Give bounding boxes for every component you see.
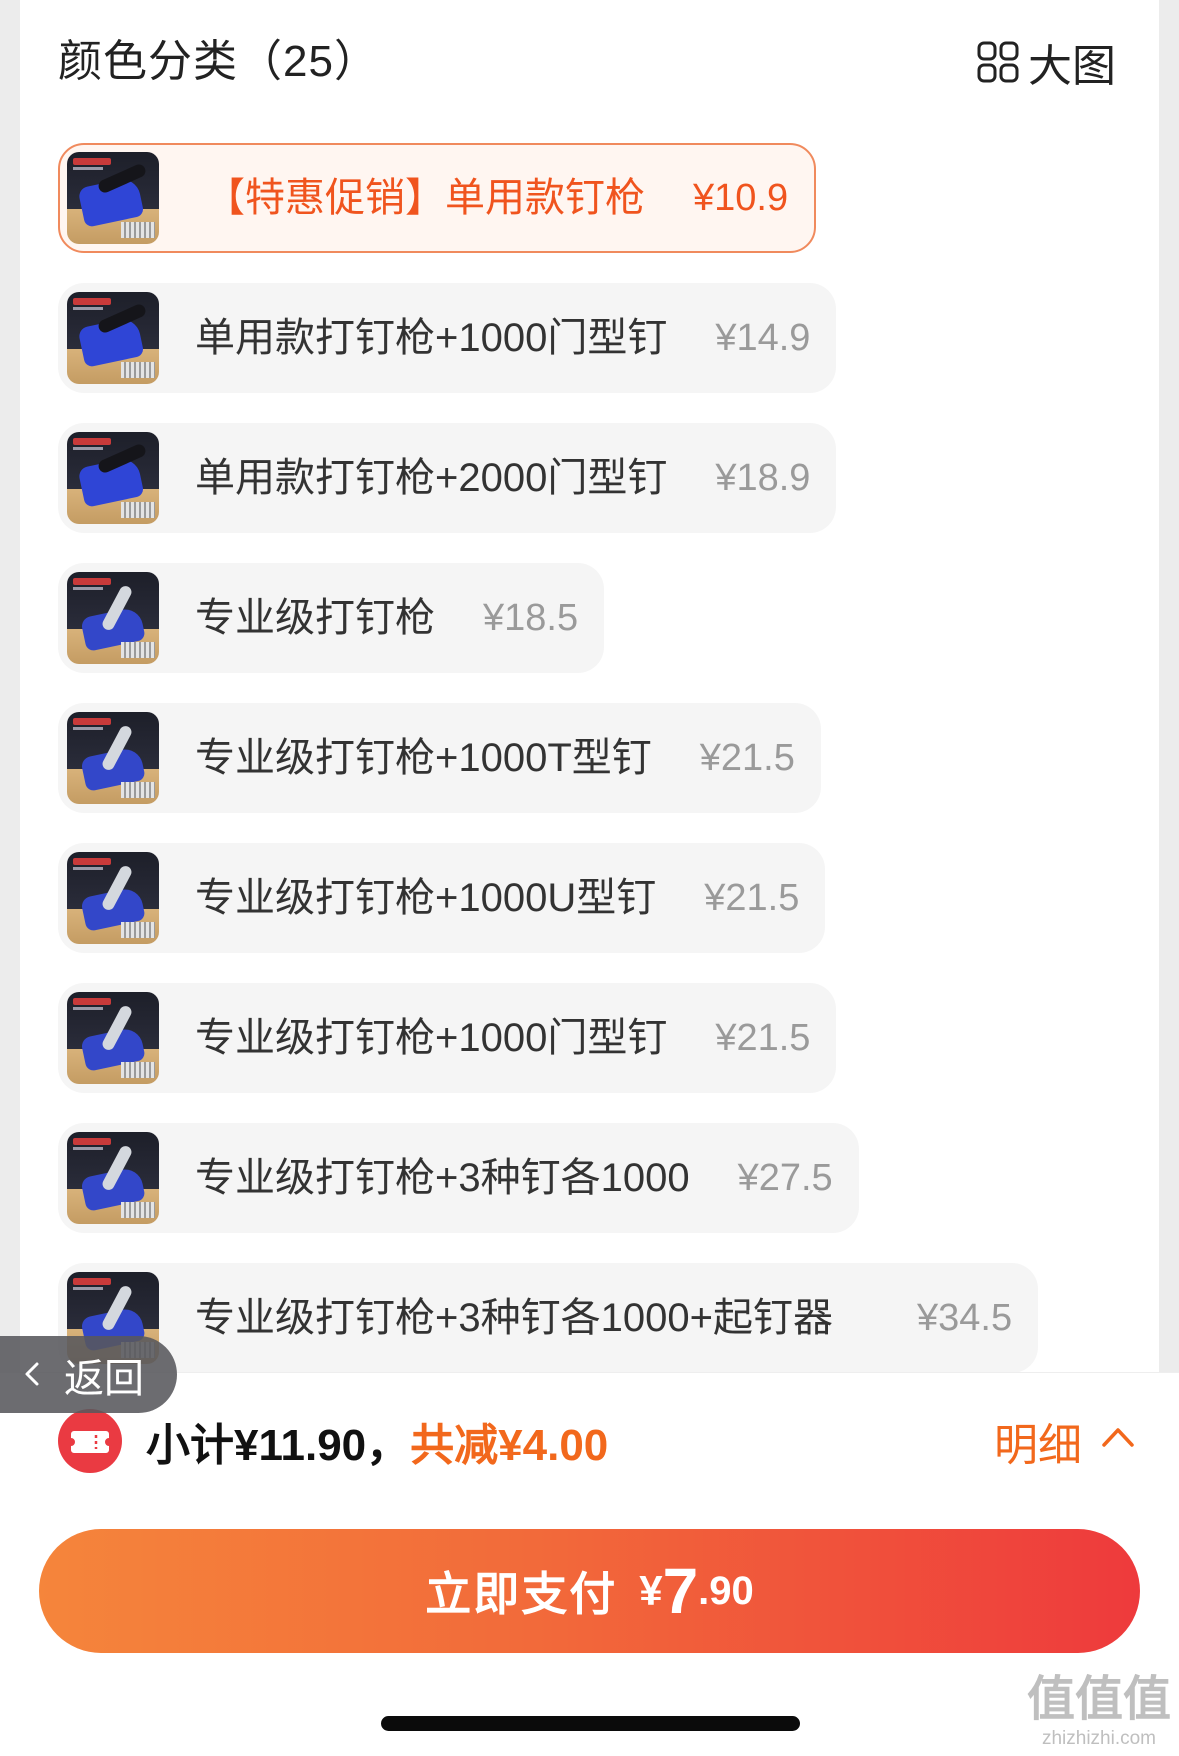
sku-option-label: 专业级打钉枪+1000U型钉 [195,876,657,920]
stapler-thumbnail [67,712,159,804]
sku-option-label: 专业级打钉枪+3种钉各1000 [195,1156,690,1200]
sku-option[interactable]: 单用款打钉枪+2000门型钉 ¥18.9 [58,423,837,533]
coupon-icon [58,1409,122,1473]
back-label: 返回 [64,1356,144,1401]
sku-option-price: ¥21.5 [704,876,800,919]
sku-option-list: 【特惠促销】单用款钉枪 ¥10.9 单用款打钉枪+1000门型钉 ¥14.9 单… [58,143,1039,1373]
pay-amount-integer: 7 [662,1555,699,1627]
sku-option-label: 单用款打钉枪+2000门型钉 [195,456,668,500]
sku-option-price: ¥18.9 [715,456,811,499]
sku-option[interactable]: 专业级打钉枪+1000门型钉 ¥21.5 [58,983,837,1093]
sku-option-label: 单用款打钉枪+1000门型钉 [195,316,668,360]
sku-option[interactable]: 【特惠促销】单用款钉枪 ¥10.9 [58,143,817,253]
stapler-thumbnail [67,572,159,664]
sku-option-price: ¥34.5 [917,1296,1013,1339]
back-button[interactable]: 返回 [0,1336,177,1413]
sku-option-price: ¥21.5 [699,736,795,779]
stapler-thumbnail [67,852,159,944]
sku-option[interactable]: 专业级打钉枪+3种钉各1000 ¥27.5 [58,1123,859,1233]
price-summary: 小计¥11.90， 共减¥4.00 [146,1409,608,1473]
grid-icon [976,40,1020,84]
pay-label: 立即支付 [425,1568,618,1620]
chevron-up-icon [1100,1416,1136,1466]
stapler-thumbnail [67,152,159,244]
large-image-toggle[interactable]: 大图 [976,30,1116,94]
sku-option-label: 专业级打钉枪+1000T型钉 [195,736,652,780]
sku-option-label: 【特惠促销】单用款钉枪 [205,176,645,220]
sku-option[interactable]: 专业级打钉枪+1000U型钉 ¥21.5 [58,843,826,953]
stapler-thumbnail [67,1132,159,1224]
sku-option-price: ¥21.5 [715,1016,811,1059]
sku-option-label: 专业级打钉枪+3种钉各1000+起钉器 [195,1296,833,1340]
chevron-left-icon [0,1352,64,1397]
sku-option[interactable]: 专业级打钉枪+1000T型钉 ¥21.5 [58,703,821,813]
watermark: 值值值 zhizhizhi.com [1026,1672,1172,1750]
pay-amount-decimal: .90 [698,1568,754,1613]
stapler-thumbnail [67,432,159,524]
sku-option-label: 专业级打钉枪 [195,596,435,640]
stapler-thumbnail [67,292,159,384]
sku-option-price: ¥27.5 [737,1156,833,1199]
pay-currency: ¥ [639,1567,663,1614]
pay-now-button[interactable]: 立即支付 ¥ 7 .90 [39,1529,1140,1653]
watermark-glyphs: 值值值 [1026,1673,1171,1726]
stapler-thumbnail [67,992,159,1084]
price-detail-toggle[interactable]: 明细 [994,1409,1136,1473]
detail-label: 明细 [994,1421,1082,1470]
sku-option[interactable]: 专业级打钉枪 ¥18.5 [58,563,605,673]
sku-option[interactable]: 单用款打钉枪+1000门型钉 ¥14.9 [58,283,837,393]
sku-option[interactable]: 专业级打钉枪+3种钉各1000+起钉器 ¥34.5 [58,1263,1039,1373]
sku-section-title: 颜色分类（25） [58,37,379,86]
sku-option-price: ¥18.5 [483,596,579,639]
subtotal-text: 小计¥11.90， [146,1421,411,1470]
watermark-site: zhizhizhi.com [1041,1728,1157,1749]
large-image-label: 大图 [1028,42,1116,91]
home-indicator[interactable] [381,1716,800,1731]
sku-option-label: 专业级打钉枪+1000门型钉 [195,1016,668,1060]
discount-text: 共减¥4.00 [410,1421,609,1470]
sku-option-price: ¥10.9 [693,176,789,219]
sku-option-price: ¥14.9 [715,316,811,359]
